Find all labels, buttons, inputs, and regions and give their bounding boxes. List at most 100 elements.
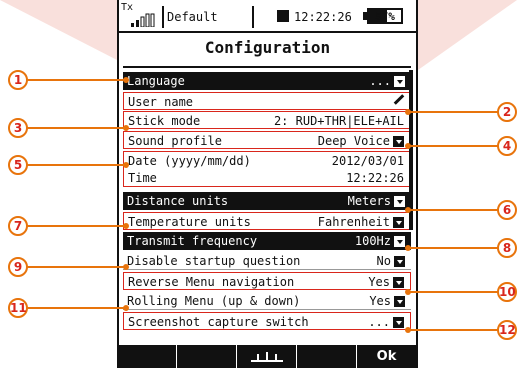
battery-indicator: 57% [363,8,407,24]
function-key[interactable] [297,345,357,368]
setting-value-text: Yes [368,275,390,289]
setting-label: Sound profile [128,134,222,148]
setting-row[interactable]: Distance units Meters [123,192,411,210]
dropdown-arrow-icon[interactable] [393,316,404,328]
callout-leader [26,307,126,309]
ok-button[interactable]: Ok [357,345,416,368]
dropdown-arrow-icon[interactable] [393,216,404,228]
dropdown-arrow-icon[interactable] [394,235,405,247]
setting-label: Time [128,171,157,185]
function-key-bar: Ok [119,345,416,368]
status-bar: Tx Default 12:22:26 57% [119,0,416,33]
tx-label: Tx [121,2,134,13]
setting-label: Rolling Menu (up & down) [127,294,301,308]
callout-dot [405,143,411,149]
setting-value[interactable]: ... [368,313,404,331]
setting-value[interactable]: ... [369,72,405,90]
setting-value[interactable]: 100Hz [355,232,405,250]
dropdown-arrow-icon[interactable] [394,195,405,207]
setting-row[interactable]: Rolling Menu (up & down) Yes [123,292,411,310]
setting-row[interactable]: Language... [123,72,411,90]
dropdown-arrow-icon[interactable] [393,276,404,288]
setting-row[interactable]: User name [123,92,411,110]
setting-value[interactable]: Fahrenheit [318,213,404,231]
setting-label: Temperature units [128,215,251,229]
page-title: Configuration [204,38,331,57]
function-key[interactable] [119,345,177,368]
setting-value[interactable]: Yes [368,273,404,291]
setting-row[interactable]: Stick mode 2: RUD+THR|ELE+AIL [123,111,411,129]
callout-leader [408,209,499,211]
transmitter-screen: Tx Default 12:22:26 57% Configuration La… [117,0,418,368]
setting-value[interactable]: Yes [369,292,405,310]
dropdown-arrow-icon[interactable] [394,295,405,307]
callout-leader [408,329,499,331]
setting-value-text: Meters [347,194,391,208]
callout-leader [26,266,126,268]
callout-dot [123,162,129,168]
trim-icon[interactable] [237,345,297,368]
callout-dot [123,125,129,131]
setting-value[interactable]: Deep Voice [318,132,404,150]
background-shape-left [0,0,117,60]
dropdown-arrow-icon[interactable] [394,75,405,87]
function-key[interactable] [177,345,237,368]
callout-leader [408,247,499,249]
callout-dot [405,207,411,213]
background-shape-right [418,0,517,70]
callout-dot [123,305,129,311]
callout-leader [26,79,126,81]
setting-row[interactable]: Temperature units Fahrenheit [123,212,411,230]
setting-value[interactable]: 12:22:26 [346,169,404,187]
setting-row[interactable]: Disable startup question No [123,252,411,270]
callout-number: 12 [497,320,517,340]
model-name[interactable]: Default [162,6,254,28]
setting-row[interactable]: Reverse Menu navigation Yes [123,272,411,290]
callout-number: 7 [8,216,28,236]
callout-dot [405,109,411,115]
callout-dot [123,264,129,270]
setting-label: User name [128,95,194,109]
callout-number: 9 [8,257,28,277]
clock: 12:22:26 [294,10,352,24]
callout-leader [408,111,499,113]
setting-value[interactable] [392,93,404,105]
callout-dot [405,245,411,251]
setting-value[interactable]: No [377,252,405,270]
setting-value-text: ... [368,315,390,329]
callout-number: 5 [8,155,28,175]
setting-label: Language [127,74,185,88]
dropdown-arrow-icon[interactable] [393,135,404,147]
setting-label: Disable startup question [127,254,301,268]
callout-leader [26,127,126,129]
callout-dot [123,77,129,83]
callout-leader [26,225,126,227]
setting-value-text: 2: RUD+THR|ELE+AIL [273,114,404,128]
setting-row[interactable]: Date (yyyy/mm/dd) 2012/03/01 [123,151,411,169]
setting-label: Date (yyyy/mm/dd) [128,154,251,168]
callout-dot [405,289,411,295]
callout-number: 10 [497,282,517,302]
scrollbar-thumb[interactable] [409,70,413,230]
setting-label: Screenshot capture switch [128,315,309,329]
callout-leader [408,291,499,293]
battery-percent: 57% [375,10,395,23]
setting-value[interactable]: 2012/03/01 [332,152,404,170]
setting-row[interactable]: Transmit frequency 100Hz [123,232,411,250]
setting-value-text: No [376,254,391,268]
setting-value[interactable]: 2: RUD+THR|ELE+AIL [274,112,404,130]
setting-value[interactable]: Meters [348,192,405,210]
callout-number: 3 [8,118,28,138]
setting-row[interactable]: Sound profile Deep Voice [123,131,411,149]
dropdown-arrow-icon[interactable] [394,255,405,267]
callout-leader [26,164,126,166]
callout-number: 11 [8,298,28,318]
callout-number: 4 [497,136,517,156]
callout-number: 8 [497,238,517,258]
pencil-icon[interactable] [392,93,404,105]
setting-row[interactable]: Time 12:22:26 [123,169,411,187]
setting-value-text: 2012/03/01 [331,154,404,168]
callout-dot [123,223,129,229]
setting-row[interactable]: Screenshot capture switch... [123,312,411,330]
callout-number: 6 [497,200,517,220]
